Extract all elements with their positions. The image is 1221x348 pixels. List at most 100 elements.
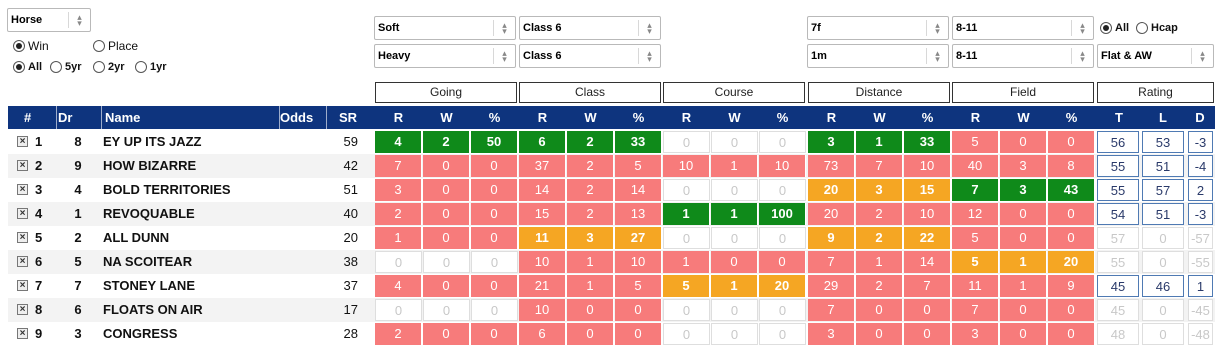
runner-name[interactable]: STONEY LANE <box>103 274 278 298</box>
runner-sr: 51 <box>343 182 358 197</box>
stat-pct-cell: 0 <box>1048 299 1095 321</box>
group-header-distance: Distance <box>808 82 950 103</box>
going-select-2[interactable]: Heavy ▴ ▾ <box>374 44 516 68</box>
stat-w-cell: 2 <box>423 131 470 153</box>
column-header-l[interactable]: L <box>1142 106 1184 129</box>
rating-d-cell: 1 <box>1188 275 1213 297</box>
column-header-pct[interactable]: % <box>904 106 951 129</box>
remove-runner-icon[interactable]: × <box>17 136 28 147</box>
radio-off-icon <box>93 61 105 73</box>
stat-r-cell: 1 <box>663 203 710 225</box>
stat-w-cell: 1 <box>1000 251 1047 273</box>
column-header-r[interactable]: R <box>952 106 999 129</box>
column-header-num[interactable]: # <box>24 106 44 129</box>
result-place-radio[interactable]: Place <box>93 39 138 53</box>
runner-name[interactable]: REVOQUABLE <box>103 202 278 226</box>
stat-r-cell: 0 <box>663 323 710 345</box>
radio-off-icon <box>50 61 62 73</box>
remove-runner-icon[interactable]: × <box>17 256 28 267</box>
runner-number: 9 <box>35 326 43 341</box>
runner-name[interactable]: FLOATS ON AIR <box>103 298 278 322</box>
stat-r-cell: 5 <box>663 275 710 297</box>
header-separator <box>101 106 102 129</box>
class-select-1[interactable]: Class 6 ▴ ▾ <box>519 16 661 40</box>
runner-name[interactable]: ALL DUNN <box>103 226 278 250</box>
type-select[interactable]: Horse ▴ ▾ <box>7 8 91 32</box>
period-2yr-radio[interactable]: 2yr <box>93 61 125 73</box>
rating-t-cell: 54 <box>1097 203 1139 225</box>
select-arrows-icon: ▴ ▾ <box>638 20 660 36</box>
stat-r-cell: 4 <box>375 275 422 297</box>
stat-w-cell: 3 <box>1000 179 1047 201</box>
column-header-dr[interactable]: Dr <box>58 106 88 129</box>
remove-runner-icon[interactable]: × <box>17 184 28 195</box>
runner-number: 4 <box>35 206 43 221</box>
column-header-w[interactable]: W <box>856 106 903 129</box>
column-header-r[interactable]: R <box>375 106 422 129</box>
column-header-r[interactable]: R <box>808 106 855 129</box>
field-select-2[interactable]: 8-11 ▴ ▾ <box>952 44 1094 68</box>
stat-w-cell: 0 <box>423 251 470 273</box>
column-header-pct[interactable]: % <box>471 106 518 129</box>
column-header-name[interactable]: Name <box>105 106 265 129</box>
runner-draw: 4 <box>74 182 82 197</box>
column-header-w[interactable]: W <box>1000 106 1047 129</box>
runner-name[interactable]: CONGRESS <box>103 322 278 346</box>
runner-number: 7 <box>35 278 43 293</box>
column-header-sr[interactable]: SR <box>328 106 368 129</box>
group-header-class: Class <box>519 82 661 103</box>
column-header-r[interactable]: R <box>663 106 710 129</box>
column-header-pct[interactable]: % <box>615 106 662 129</box>
stat-w-cell: 0 <box>423 155 470 177</box>
runner-name[interactable]: BOLD TERRITORIES <box>103 178 278 202</box>
going-select-1[interactable]: Soft ▴ ▾ <box>374 16 516 40</box>
column-header-w[interactable]: W <box>711 106 758 129</box>
stat-pct-cell: 20 <box>1048 251 1095 273</box>
period-all-radio[interactable]: All <box>13 61 42 73</box>
remove-runner-icon[interactable]: × <box>17 280 28 291</box>
runner-name[interactable]: HOW BIZARRE <box>103 154 278 178</box>
result-win-radio[interactable]: Win <box>13 39 49 53</box>
stat-w-cell: 1 <box>711 203 758 225</box>
runner-name[interactable]: NA SCOITEAR <box>103 250 278 274</box>
remove-runner-icon[interactable]: × <box>17 160 28 171</box>
distance-select-2[interactable]: 1m ▴ ▾ <box>807 44 949 68</box>
remove-runner-icon[interactable]: × <box>17 304 28 315</box>
stat-w-cell: 0 <box>711 179 758 201</box>
rating-l-cell: 0 <box>1142 227 1184 249</box>
stat-w-cell: 2 <box>567 131 614 153</box>
column-header-w[interactable]: W <box>423 106 470 129</box>
stat-r-cell: 3 <box>375 179 422 201</box>
remove-runner-icon[interactable]: × <box>17 232 28 243</box>
column-header-d[interactable]: D <box>1188 106 1212 129</box>
stat-r-cell: 4 <box>375 131 422 153</box>
stat-w-cell: 0 <box>856 323 903 345</box>
column-header-odds[interactable]: Odds <box>280 106 330 129</box>
remove-runner-icon[interactable]: × <box>17 208 28 219</box>
column-header-w[interactable]: W <box>567 106 614 129</box>
stat-pct-cell: 13 <box>615 203 662 225</box>
table-row: × 5 2 ALL DUNN 20 1 0 0 11 3 27 0 0 0 9 2 22 5 0 0 57 0 -57 <box>8 226 1215 250</box>
period-1yr-radio[interactable]: 1yr <box>135 61 167 73</box>
period-5yr-radio[interactable]: 5yr <box>50 61 82 73</box>
runner-number: 2 <box>35 158 43 173</box>
race-all-radio[interactable]: All <box>1100 22 1129 34</box>
class-select-2[interactable]: Class 6 ▴ ▾ <box>519 44 661 68</box>
runner-name[interactable]: EY UP ITS JAZZ <box>103 130 278 154</box>
stat-pct-cell: 10 <box>615 251 662 273</box>
stat-pct-cell: 0 <box>471 155 518 177</box>
race-hcap-radio[interactable]: Hcap <box>1136 22 1178 34</box>
table-row: × 7 7 STONEY LANE 37 4 0 0 21 1 5 5 1 20 29 2 7 11 1 9 45 46 1 <box>8 274 1215 298</box>
surface-select[interactable]: Flat & AW ▴ ▾ <box>1097 44 1214 68</box>
column-header-pct[interactable]: % <box>759 106 806 129</box>
stat-r-cell: 73 <box>808 155 855 177</box>
distance-select-1[interactable]: 7f ▴ ▾ <box>807 16 949 40</box>
runner-draw: 9 <box>74 158 82 173</box>
remove-runner-icon[interactable]: × <box>17 328 28 339</box>
stat-pct-cell: 14 <box>615 179 662 201</box>
field-select-1[interactable]: 8-11 ▴ ▾ <box>952 16 1094 40</box>
column-header-t[interactable]: T <box>1098 106 1140 129</box>
column-header-r[interactable]: R <box>519 106 566 129</box>
stat-w-cell: 0 <box>567 323 614 345</box>
column-header-pct[interactable]: % <box>1048 106 1095 129</box>
